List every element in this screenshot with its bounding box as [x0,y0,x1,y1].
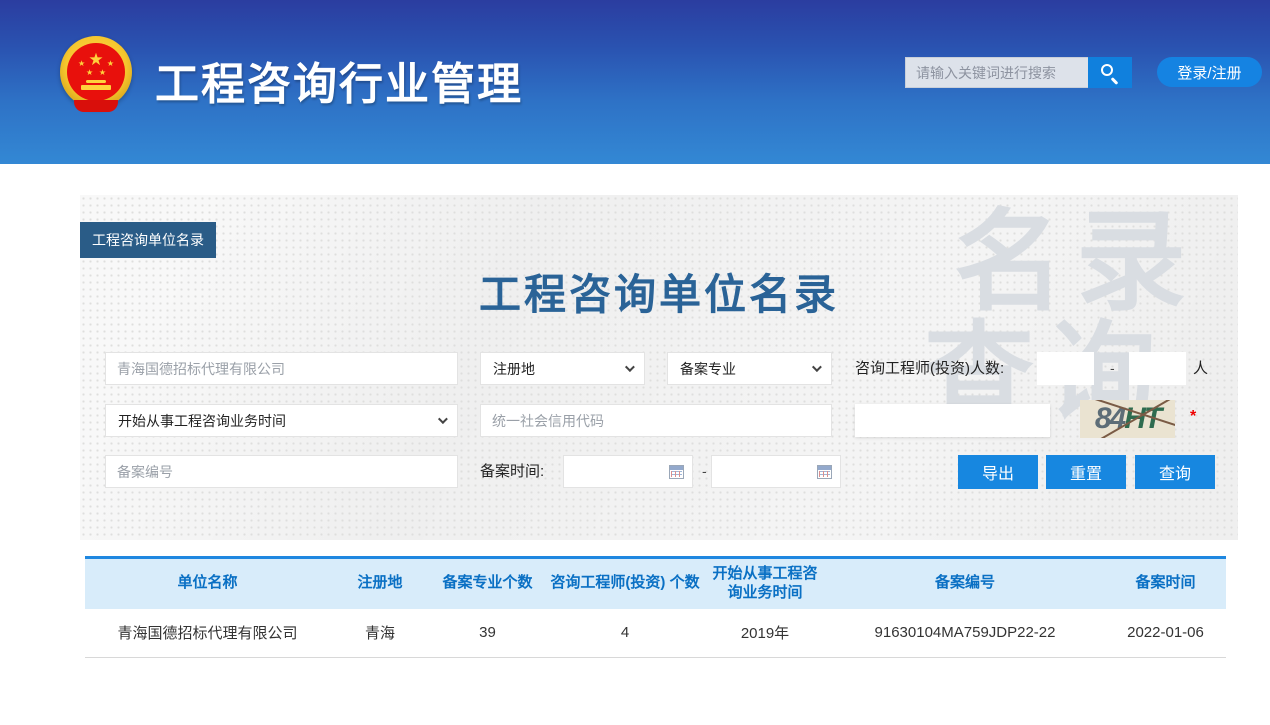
calendar-icon [669,465,684,479]
filing-number-input[interactable] [105,455,458,488]
col-header-engineer-count: 咨询工程师(投资) 个数 [545,568,705,599]
search-button[interactable] [1088,57,1132,88]
filing-date-to-input[interactable] [711,455,841,488]
table-header-row: 单位名称 注册地 备案专业个数 咨询工程师(投资) 个数 开始从事工程咨询业务时… [85,559,1226,609]
calendar-icon [817,465,832,479]
cell-engineer-count: 4 [545,618,705,647]
site-header: ★ ★ ★ ★ ★ 工程咨询行业管理 登录/注册 [0,0,1270,164]
table-row[interactable]: 青海国德招标代理有限公司 青海 39 4 2019年 91630104MA759… [85,609,1226,658]
engineer-count-min-input[interactable] [1037,352,1094,385]
col-header-filing-time: 备案时间 [1105,568,1226,599]
chevron-down-icon [625,362,635,372]
cell-specialty-count: 39 [430,618,545,647]
reset-button[interactable]: 重置 [1046,455,1126,489]
cell-registered-place: 青海 [330,616,430,649]
company-name-input[interactable] [105,352,458,385]
login-register-button[interactable]: 登录/注册 [1157,57,1262,87]
col-header-start-time: 开始从事工程咨询业务时间 [705,559,825,609]
filing-date-from-input[interactable] [563,455,693,488]
col-header-registered-place: 注册地 [330,568,430,599]
date-range-dash: - [702,455,707,488]
tab-unit-directory[interactable]: 工程咨询单位名录 [80,222,216,258]
chevron-down-icon [812,362,822,372]
cell-unit-name: 青海国德招标代理有限公司 [85,616,330,649]
query-panel: 名录 查询 工程咨询单位名录 工程咨询单位名录 注册地 备案专业 咨询工程师(投… [80,195,1238,540]
engineer-count-label: 咨询工程师(投资)人数: [855,352,1004,385]
required-asterisk: * [1190,408,1196,426]
engineer-count-max-input[interactable] [1129,352,1186,385]
export-button[interactable]: 导出 [958,455,1038,489]
credit-code-input[interactable] [480,404,832,437]
filing-time-label: 备案时间: [480,455,544,488]
range-dash: - [1110,352,1115,385]
col-header-filing-number: 备案编号 [825,568,1105,599]
site-title: 工程咨询行业管理 [155,48,523,112]
col-header-specialty-count: 备案专业个数 [430,568,545,599]
search-icon [1101,64,1113,76]
registered-place-select[interactable]: 注册地 [480,352,645,385]
search-input[interactable] [905,57,1088,88]
query-button[interactable]: 查询 [1135,455,1215,489]
cell-start-time: 2019年 [705,616,825,649]
page-title: 工程咨询单位名录 [80,261,1238,322]
cell-filing-time: 2022-01-06 [1105,618,1226,647]
captcha-input[interactable] [855,404,1050,437]
chevron-down-icon [438,414,448,424]
header-search [905,57,1132,88]
start-time-select[interactable]: 开始从事工程咨询业务时间 [105,404,458,437]
specialty-select[interactable]: 备案专业 [667,352,832,385]
person-unit-label: 人 [1193,352,1208,385]
results-table: 单位名称 注册地 备案专业个数 咨询工程师(投资) 个数 开始从事工程咨询业务时… [85,556,1226,658]
col-header-unit-name: 单位名称 [85,568,330,599]
captcha-image[interactable]: 84 HT [1080,400,1175,438]
national-emblem-icon: ★ ★ ★ ★ ★ [60,36,132,108]
cell-filing-number: 91630104MA759JDP22-22 [825,618,1105,647]
